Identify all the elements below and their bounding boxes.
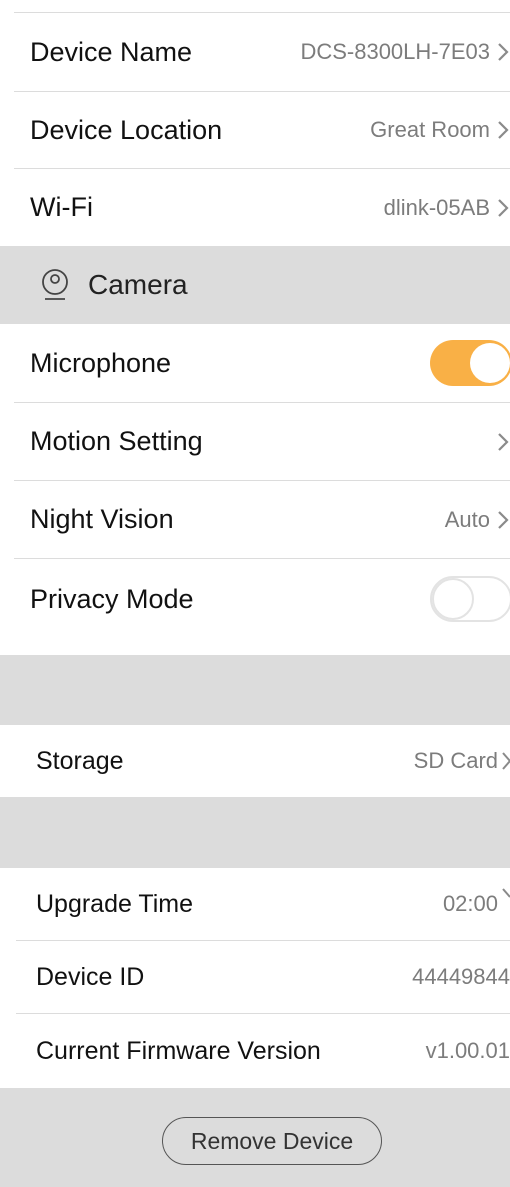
storage-row[interactable]: Storage SD Card <box>0 725 510 797</box>
toggle-knob <box>432 578 474 620</box>
microphone-label: Microphone <box>30 347 172 378</box>
device-location-label: Device Location <box>30 114 223 145</box>
chevron-right-icon <box>502 888 510 898</box>
chevron-right-icon <box>498 432 509 451</box>
privacy-mode-toggle[interactable] <box>430 576 510 622</box>
device-name-label: Device Name <box>30 36 193 67</box>
device-name-value: DCS-8300LH-7E03 <box>300 39 490 64</box>
motion-setting-label: Motion Setting <box>30 426 203 456</box>
microphone-toggle[interactable] <box>430 340 510 386</box>
privacy-mode-row: Privacy Mode <box>0 559 510 639</box>
upgrade-time-value: 02:00 <box>442 891 498 916</box>
firmware-version-row: Current Firmware Version v1.00.01 <box>0 1014 510 1088</box>
upgrade-time-row[interactable]: Upgrade Time 02:00 <box>0 868 510 940</box>
motion-setting-row[interactable]: Motion Setting <box>0 403 510 480</box>
remove-device-button[interactable]: Remove Device <box>162 1117 382 1165</box>
device-id-row: Device ID 44449844 <box>0 941 510 1013</box>
camera-icon <box>42 269 68 300</box>
chevron-right-icon <box>498 198 509 217</box>
chevron-right-icon <box>498 43 509 61</box>
chevron-right-icon <box>498 121 509 139</box>
section-spacer <box>0 797 510 868</box>
camera-section-title: Camera <box>88 269 188 300</box>
firmware-version-label: Current Firmware Version <box>36 1036 321 1065</box>
storage-value: SD Card <box>413 748 498 773</box>
firmware-version-value: v1.00.01 <box>425 1038 510 1063</box>
privacy-mode-label: Privacy Mode <box>30 583 194 614</box>
device-name-row[interactable]: Device Name DCS-8300LH-7E03 <box>0 14 510 90</box>
camera-section-header: Camera <box>0 246 510 324</box>
device-id-label: Device ID <box>36 962 145 991</box>
chevron-right-icon <box>498 510 509 529</box>
microphone-row: Microphone <box>0 324 510 402</box>
night-vision-value: Auto <box>444 506 490 532</box>
device-id-value: 44449844 <box>412 964 510 989</box>
wifi-row[interactable]: Wi-Fi dlink-05AB <box>0 169 510 246</box>
section-spacer <box>0 655 510 725</box>
device-location-row[interactable]: Device Location Great Room <box>0 92 510 168</box>
night-vision-row[interactable]: Night Vision Auto <box>0 481 510 558</box>
wifi-value: dlink-05AB <box>383 194 490 220</box>
night-vision-label: Night Vision <box>30 504 174 534</box>
wifi-label: Wi-Fi <box>30 192 93 222</box>
device-location-value: Great Room <box>370 117 490 142</box>
storage-label: Storage <box>36 746 124 775</box>
toggle-knob <box>470 343 510 383</box>
upgrade-time-label: Upgrade Time <box>36 889 194 918</box>
top-divider <box>14 12 510 13</box>
device-settings-screen: Device Name DCS-8300LH-7E03 Device Locat… <box>0 0 510 1187</box>
chevron-right-icon <box>502 752 510 770</box>
